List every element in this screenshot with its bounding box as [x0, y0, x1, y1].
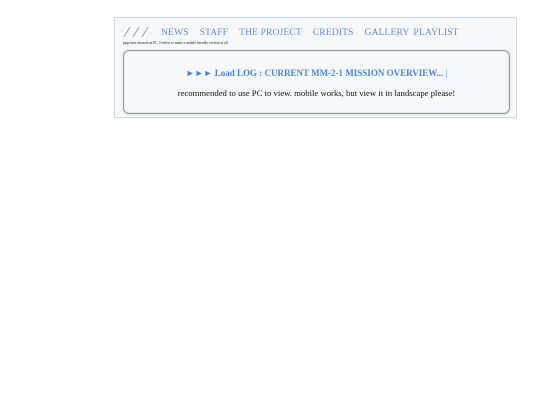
nav-gallery-link[interactable]: GALLERY	[364, 27, 409, 38]
nav-staff-link[interactable]: STAFF	[200, 27, 229, 38]
nav-playlist-link[interactable]: PLAYLIST	[413, 27, 458, 38]
load-log-line[interactable]: ►►► Load LOG : CURRENT MM-2-1 MISSION OV…	[124, 68, 509, 78]
mission-log-panel: ►►► Load LOG : CURRENT MM-2-1 MISSION OV…	[123, 50, 510, 114]
slash-marks-logo-icon	[123, 26, 149, 38]
site-frame: NEWS STAFF THE PROJECT CREDITS GALLERY P…	[114, 17, 517, 118]
nav-credits-link[interactable]: CREDITS	[313, 27, 354, 38]
top-nav: NEWS STAFF THE PROJECT CREDITS GALLERY P…	[123, 25, 470, 39]
play-arrows-icon: ►►►	[185, 68, 213, 78]
nav-the-project-link[interactable]: THE PROJECT	[239, 27, 302, 38]
nav-news-link[interactable]: NEWS	[161, 27, 189, 38]
text-cursor: |	[445, 68, 448, 78]
recommendation-text: recommended to use PC to view. mobile wo…	[177, 88, 456, 98]
load-log-text: Load LOG : CURRENT MM-2-1 MISSION OVERVI…	[214, 68, 444, 78]
pc-viewing-note: page best viewed on PC. I refuse to make…	[123, 41, 228, 45]
